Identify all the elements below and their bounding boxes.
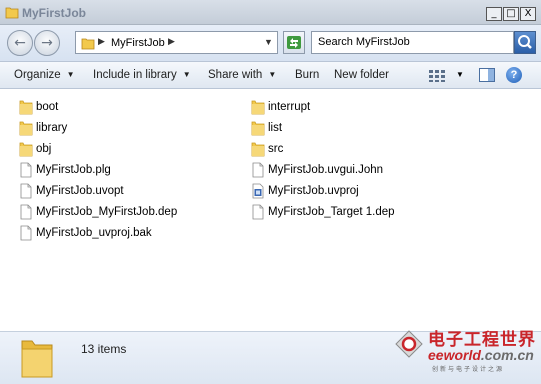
folder-icon	[251, 142, 265, 157]
file-name: list	[268, 122, 283, 134]
folder-icon	[251, 100, 265, 115]
refresh-icon	[287, 36, 301, 49]
list-item-obj[interactable]: obj	[19, 140, 51, 158]
dropdown-arrow-icon: ▼	[66, 70, 75, 79]
folder-icon	[19, 121, 33, 136]
watermark-domain-prefix: eeworld	[428, 347, 481, 363]
list-item-interrupt[interactable]: interrupt	[251, 98, 310, 116]
navigation-bar: ← → ▶ MyFirstJob ▶ ▼ Search MyFirstJob	[0, 25, 541, 61]
file-name: MyFirstJob_Target 1.dep	[268, 206, 395, 218]
breadcrumb-myfirstjob[interactable]: MyFirstJob	[111, 37, 165, 49]
list-item-target-dep[interactable]: MyFirstJob_Target 1.dep	[251, 203, 395, 221]
dropdown-arrow-icon: ▼	[268, 70, 277, 79]
project-file-icon	[252, 183, 264, 199]
file-name: src	[268, 143, 284, 155]
file-name: library	[36, 122, 68, 134]
share-label: Share with	[208, 69, 263, 81]
folder-icon	[21, 340, 53, 378]
file-icon	[252, 204, 264, 220]
list-item-uvproj[interactable]: MyFirstJob.uvproj	[251, 182, 359, 200]
command-bar: Organize ▼ Include in library ▼ Share with…	[0, 61, 541, 89]
folder-icon	[19, 100, 33, 115]
file-icon	[20, 183, 32, 199]
search-input[interactable]: Search MyFirstJob	[311, 31, 514, 54]
address-bar[interactable]: ▶ MyFirstJob ▶ ▼	[75, 31, 278, 54]
watermark-subtitle: 创新与电子设计之源	[432, 366, 505, 373]
file-name: MyFirstJob.uvgui.John	[268, 164, 384, 176]
file-icon	[20, 204, 32, 220]
folder-icon	[19, 142, 33, 157]
item-count: 13 items	[81, 342, 127, 356]
watermark-domain-suffix: .com.cn	[480, 347, 534, 363]
search-button[interactable]	[514, 31, 536, 54]
file-name: interrupt	[268, 101, 311, 113]
file-icon	[252, 162, 264, 178]
breadcrumb-separator-icon[interactable]: ▶	[98, 36, 105, 47]
back-button[interactable]: ←	[7, 30, 33, 56]
preview-pane-icon[interactable]	[479, 68, 495, 82]
watermark-logo: 电子工程世界 eeworld.com.cn 创新与电子设计之源	[392, 323, 541, 379]
forward-arrow-icon: →	[41, 35, 53, 51]
organize-menu[interactable]: Organize ▼	[14, 69, 75, 81]
list-item-plg[interactable]: MyFirstJob.plg	[19, 161, 111, 179]
watermark-domain: eeworld.com.cn	[428, 347, 534, 363]
view-dropdown-arrow-icon[interactable]: ▼	[456, 70, 464, 79]
minimize-button[interactable]: _	[486, 7, 502, 21]
forward-button[interactable]: →	[34, 30, 60, 56]
file-icon	[20, 162, 32, 178]
window-title: MyFirstJob	[22, 6, 87, 20]
folder-icon	[5, 7, 19, 19]
list-item-bak[interactable]: MyFirstJob_uvproj.bak	[19, 224, 152, 242]
folder-icon	[81, 38, 95, 50]
address-dropdown-icon[interactable]: ▼	[264, 37, 273, 47]
list-item-src[interactable]: src	[251, 140, 283, 158]
list-item-list[interactable]: list	[251, 119, 282, 137]
refresh-button[interactable]	[283, 31, 305, 54]
file-list: boot library obj MyFirstJob.plg MyFirstJ…	[0, 90, 541, 331]
burn-button[interactable]: Burn	[295, 69, 319, 81]
back-arrow-icon: ←	[14, 35, 26, 51]
include-in-library-menu[interactable]: Include in library ▼	[93, 69, 191, 81]
eeworld-logo-icon	[395, 330, 423, 358]
list-item-dep[interactable]: MyFirstJob_MyFirstJob.dep	[19, 203, 177, 221]
close-button[interactable]: X	[520, 7, 536, 21]
breadcrumb-separator-icon[interactable]: ▶	[168, 36, 175, 47]
include-label: Include in library	[93, 69, 177, 81]
list-item-uvopt[interactable]: MyFirstJob.uvopt	[19, 182, 124, 200]
dropdown-arrow-icon: ▼	[182, 70, 191, 79]
search-icon	[518, 35, 532, 49]
organize-label: Organize	[14, 69, 61, 81]
maximize-button[interactable]: □	[503, 7, 519, 21]
file-name: obj	[36, 143, 52, 155]
list-item-library[interactable]: library	[19, 119, 67, 137]
file-name: MyFirstJob.uvopt	[36, 185, 124, 197]
new-folder-button[interactable]: New folder	[334, 69, 389, 81]
file-name: MyFirstJob_uvproj.bak	[36, 227, 152, 239]
title-bar: MyFirstJob _ □ X	[0, 0, 541, 25]
file-icon	[20, 225, 32, 241]
list-item-boot[interactable]: boot	[19, 98, 58, 116]
view-options-icon[interactable]	[428, 69, 446, 83]
folder-icon	[251, 121, 265, 136]
file-name: MyFirstJob.uvproj	[268, 185, 359, 197]
share-with-menu[interactable]: Share with ▼	[208, 69, 276, 81]
file-name: boot	[36, 101, 59, 113]
list-item-uvgui[interactable]: MyFirstJob.uvgui.John	[251, 161, 383, 179]
file-name: MyFirstJob.plg	[36, 164, 111, 176]
file-name: MyFirstJob_MyFirstJob.dep	[36, 206, 178, 218]
help-icon[interactable]: ?	[506, 67, 522, 83]
